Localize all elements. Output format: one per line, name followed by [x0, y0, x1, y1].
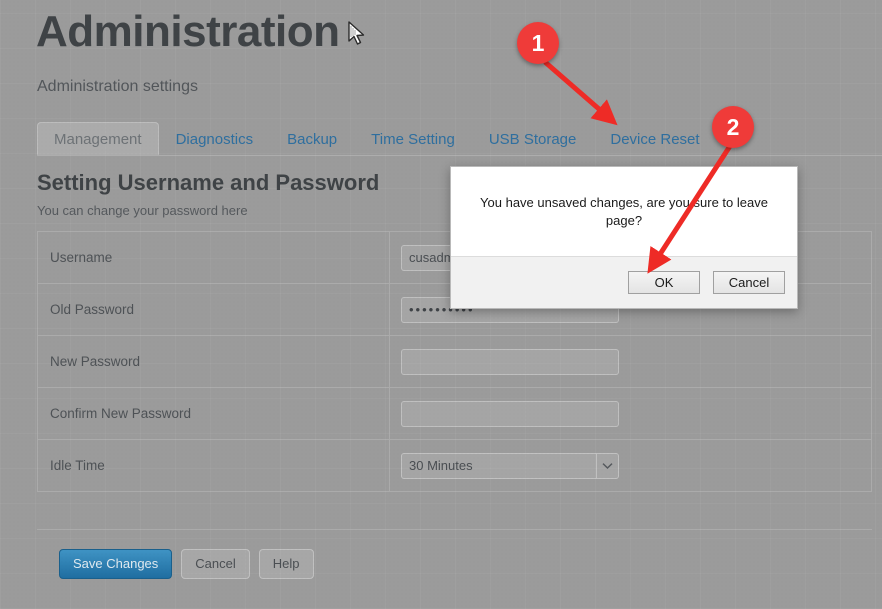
label-old-password: Old Password	[38, 284, 390, 335]
form-row-new-password: New Password	[38, 336, 871, 388]
form-row-idle-time: Idle Time 30 Minutes	[38, 440, 871, 492]
save-changes-button[interactable]: Save Changes	[59, 548, 173, 579]
dialog-body: You have unsaved changes, are you sure t…	[451, 167, 797, 256]
field-new-password	[390, 336, 871, 387]
help-button[interactable]: Help	[258, 548, 314, 579]
section-title: Setting Username and Password	[37, 170, 380, 195]
page-subtitle: Administration settings	[37, 78, 198, 95]
new-password-input[interactable]	[401, 348, 619, 375]
field-idle-time: 30 Minutes	[390, 440, 871, 491]
unsaved-changes-dialog: You have unsaved changes, are you sure t…	[450, 166, 798, 309]
tab-management[interactable]: Management	[37, 122, 159, 155]
section-subtitle: You can change your password here	[37, 203, 248, 218]
field-confirm-new-password	[390, 388, 871, 439]
form-row-confirm-new-password: Confirm New Password	[38, 388, 871, 440]
dialog-cancel-button[interactable]: Cancel	[713, 271, 785, 294]
dialog-footer: OK Cancel	[451, 256, 797, 308]
dialog-message: You have unsaved changes, are you sure t…	[480, 194, 768, 228]
page-title: Administration	[36, 7, 340, 56]
chevron-down-icon	[596, 453, 618, 478]
tab-device-reset[interactable]: Device Reset	[593, 122, 716, 155]
tab-bar: Management Diagnostics Backup Time Setti…	[37, 122, 882, 156]
label-idle-time: Idle Time	[38, 440, 390, 491]
dialog-ok-button[interactable]: OK	[628, 271, 700, 294]
idle-time-value: 30 Minutes	[409, 458, 473, 473]
tab-usb-storage[interactable]: USB Storage	[472, 122, 594, 155]
idle-time-select[interactable]: 30 Minutes	[401, 452, 619, 479]
form-actions: Save Changes Cancel Help	[37, 529, 872, 597]
cancel-button[interactable]: Cancel	[181, 548, 250, 579]
label-confirm-new-password: Confirm New Password	[38, 388, 390, 439]
label-username: Username	[38, 232, 390, 283]
tab-backup[interactable]: Backup	[270, 122, 354, 155]
confirm-new-password-input[interactable]	[401, 400, 619, 427]
tab-diagnostics[interactable]: Diagnostics	[159, 122, 271, 155]
tab-time-setting[interactable]: Time Setting	[354, 122, 472, 155]
label-new-password: New Password	[38, 336, 390, 387]
